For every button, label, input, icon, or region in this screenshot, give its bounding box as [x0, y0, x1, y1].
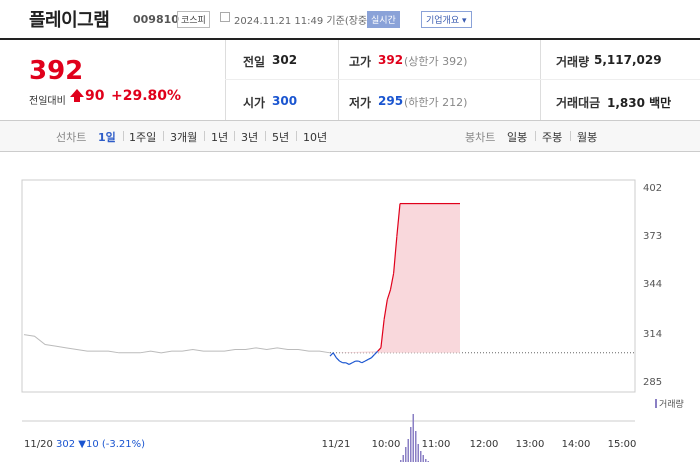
lower-limit: (하한가 212): [404, 96, 468, 109]
tab-1day[interactable]: 1일: [98, 129, 116, 145]
divider: [163, 131, 164, 141]
x-tick-label: 15:00: [608, 439, 637, 450]
today-line-segment: [339, 360, 344, 364]
diff-label: 전일대비: [29, 96, 66, 107]
tab-5years[interactable]: 5년: [272, 129, 289, 145]
low-value: 295: [378, 94, 404, 108]
stock-header: 플레이그램 009810 코스피 2024.11.21 11:49 기준(장중)…: [0, 0, 700, 40]
divider: [123, 131, 124, 141]
up-area: [333, 203, 460, 353]
y-tick-label: 373: [643, 231, 662, 242]
prev-close-value: 302: [272, 53, 298, 67]
candle-chart-label: 봉차트: [465, 131, 496, 144]
y-tick-label: 285: [643, 377, 662, 388]
up-arrow-icon: [70, 89, 84, 102]
divider: [570, 131, 571, 141]
line-chart-label: 선차트: [56, 131, 87, 144]
today-line-segment: [367, 357, 372, 360]
plot-area: [21, 179, 636, 393]
quote-datetime: 2024.11.21 11:49 기준(장중): [234, 16, 372, 27]
calendar-icon: [220, 12, 230, 22]
divider: [265, 131, 266, 141]
divider: [338, 40, 339, 120]
tab-monthly-candle[interactable]: 월봉: [577, 129, 597, 145]
x-tick-label: 11/21: [322, 439, 351, 450]
today-line-segment: [370, 354, 375, 359]
high-value: 392: [378, 53, 404, 67]
volume-value: 5,117,029: [594, 53, 662, 67]
prev-day-line: [23, 334, 331, 354]
x-tick-label: 14:00: [562, 439, 591, 450]
tab-3years[interactable]: 3년: [241, 129, 258, 145]
prev-close-label: 전일: [243, 55, 266, 69]
x-tick-label: 13:00: [516, 439, 545, 450]
trading-amount-label: 거래대금: [556, 96, 601, 110]
volume-bar: [420, 451, 422, 462]
today-line-segment: [345, 362, 350, 365]
price-chart[interactable]: 402 373 344 314 285 거래량 11/21 10:00 11:00 12:00 13…: [0, 151, 700, 462]
current-price: 392: [29, 56, 84, 86]
volume-label: 거래량: [556, 55, 590, 69]
today-line-segment: [358, 360, 363, 364]
prev-close-change: 302 ▼10 (-3.21%): [56, 439, 145, 450]
divider: [225, 79, 700, 80]
x-tick-label: 12:00: [470, 439, 499, 450]
y-tick-label: 314: [643, 329, 662, 340]
volume-bar: [415, 431, 417, 462]
x-tick-label: 10:00: [372, 439, 401, 450]
realtime-button[interactable]: 실시간: [367, 11, 400, 28]
tab-weekly-candle[interactable]: 주봉: [542, 129, 562, 145]
market-badge: 코스피: [177, 11, 210, 28]
company-overview-dropdown[interactable]: 기업개요 ▾: [421, 11, 472, 28]
volume-bar: [402, 455, 404, 462]
stock-name: 플레이그램: [29, 10, 110, 31]
volume-bar: [412, 414, 414, 462]
tab-1week[interactable]: 1주일: [129, 129, 156, 145]
divider: [296, 131, 297, 141]
change-percent: +29.80%: [111, 88, 182, 104]
divider: [225, 40, 226, 120]
volume-bar: [417, 444, 419, 462]
stock-code: 009810: [133, 13, 179, 26]
high-label: 고가: [349, 55, 372, 69]
upper-limit: (상한가 392): [404, 55, 468, 68]
divider: [234, 131, 235, 141]
volume-bar: [422, 455, 424, 462]
volume-bar: [407, 439, 409, 462]
today-line-segment: [332, 352, 337, 359]
tab-daily-candle[interactable]: 일봉: [507, 129, 527, 145]
volume-legend-label: 거래량: [659, 398, 684, 410]
today-line-segment: [335, 357, 340, 362]
today-line-segment: [351, 360, 356, 364]
volume-bar: [410, 427, 412, 462]
open-value: 300: [272, 94, 298, 108]
divider: [540, 40, 541, 120]
tab-10years[interactable]: 10년: [303, 129, 327, 145]
today-line-segment: [361, 360, 366, 364]
y-tick-label: 344: [643, 279, 662, 290]
divider: [535, 131, 536, 141]
tab-1year[interactable]: 1년: [211, 129, 228, 145]
x-tick-label: 11:00: [422, 439, 451, 450]
volume-legend-swatch: [655, 399, 657, 408]
trading-amount-value: 1,830 백만: [607, 96, 672, 110]
y-tick-label: 402: [643, 183, 662, 194]
low-label: 저가: [349, 96, 372, 110]
today-line-segment: [348, 362, 353, 365]
open-label: 시가: [243, 96, 266, 110]
prev-day-label: 11/20: [24, 439, 53, 450]
price-change: 90: [85, 88, 105, 104]
today-line-segment: [364, 358, 369, 362]
divider: [204, 131, 205, 141]
tab-3months[interactable]: 3개월: [170, 129, 197, 145]
volume-bar: [405, 447, 407, 462]
